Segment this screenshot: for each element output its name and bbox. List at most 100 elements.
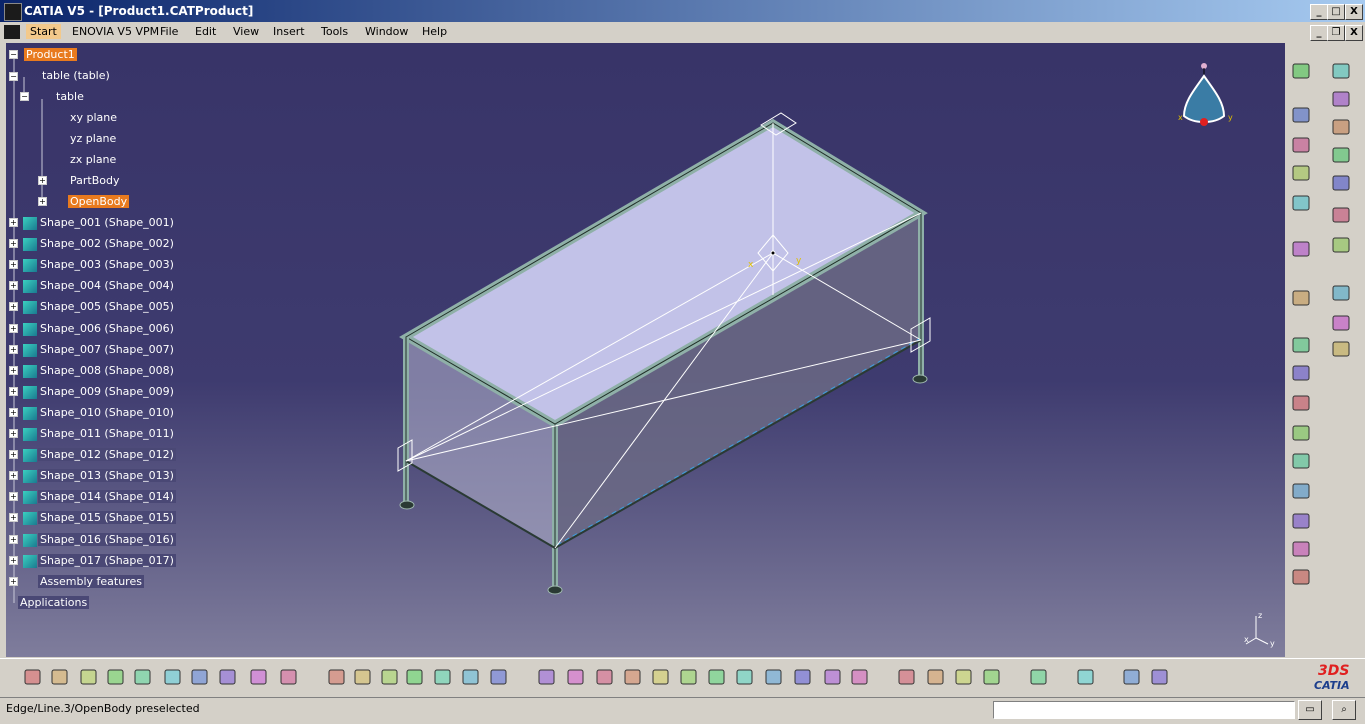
zoom-out-icon[interactable] [678, 667, 702, 689]
undo-icon[interactable] [217, 667, 241, 689]
tree-shape-item[interactable]: Shape_017 (Shape_017) [38, 553, 176, 567]
menu-view[interactable]: View [233, 25, 259, 38]
replace-icon[interactable] [1330, 89, 1354, 111]
catalog-icon[interactable] [460, 667, 484, 689]
shape-expand[interactable]: + [9, 513, 18, 523]
minimize-button[interactable]: _ [1310, 4, 1328, 20]
compass-widget[interactable]: x y [1176, 58, 1246, 143]
numbering-icon[interactable] [1290, 163, 1314, 185]
command-input[interactable] [993, 701, 1295, 719]
measure-item-icon[interactable] [1121, 667, 1145, 689]
doc-close-button[interactable]: X [1345, 25, 1363, 41]
measure-icon[interactable] [488, 667, 512, 689]
coincidence-icon[interactable] [1330, 205, 1354, 227]
selection-arrow-icon[interactable] [1290, 567, 1314, 589]
snap-icon[interactable] [896, 667, 920, 689]
formula-icon[interactable] [326, 667, 350, 689]
tree-part[interactable]: table (table) [40, 69, 112, 82]
tree-shape-item[interactable]: Shape_011 (Shape_011) [38, 427, 176, 440]
update-icon[interactable] [1290, 363, 1314, 385]
hide-show-icon[interactable] [822, 667, 846, 689]
graph-icon[interactable] [1290, 135, 1314, 157]
shape-expand[interactable]: + [9, 302, 18, 312]
manipulate-icon[interactable] [1330, 145, 1354, 167]
shape-expand[interactable]: + [9, 555, 18, 565]
catia-app-icon[interactable] [4, 3, 22, 21]
tree-shape-item[interactable]: Shape_002 (Shape_002) [38, 237, 176, 250]
tree-part-body[interactable]: table [54, 90, 86, 103]
reorder-icon[interactable] [1330, 117, 1354, 139]
maximize-button[interactable]: □ [1327, 4, 1345, 20]
tree-shape-item[interactable]: Shape_012 (Shape_012) [38, 448, 176, 462]
product-icon[interactable] [1290, 61, 1314, 83]
paste-icon[interactable] [189, 667, 213, 689]
table-icon[interactable] [404, 667, 428, 689]
inertia-icon[interactable] [1149, 667, 1173, 689]
shape-expand[interactable]: + [9, 344, 18, 354]
tree-shape-item[interactable]: Shape_014 (Shape_014) [38, 490, 176, 504]
existing-component-icon[interactable] [1290, 105, 1314, 127]
enhanced-scene-icon[interactable] [1290, 481, 1314, 503]
tree-shape-item[interactable]: Shape_013 (Shape_013) [38, 469, 176, 483]
clash-icon[interactable] [1290, 393, 1314, 415]
export-icon[interactable] [1290, 511, 1314, 533]
distance-icon[interactable] [1290, 423, 1314, 445]
knowledge-icon[interactable] [352, 667, 376, 689]
tree-shape-item[interactable]: Shape_015 (Shape_015) [38, 511, 176, 525]
constraint-icon[interactable] [1330, 173, 1354, 195]
menu-help[interactable]: Help [422, 25, 447, 38]
shading-icon[interactable] [792, 667, 816, 689]
explode-icon[interactable] [1330, 313, 1354, 335]
doc-restore-button[interactable]: ❐ [1327, 25, 1345, 41]
command-history-button[interactable]: ▭ [1298, 700, 1322, 720]
new-icon[interactable] [22, 667, 46, 689]
fit-all-icon[interactable] [565, 667, 589, 689]
root-expand[interactable]: − [9, 50, 18, 59]
component-icon[interactable] [1330, 61, 1354, 83]
save-icon[interactable] [78, 667, 102, 689]
menu-start[interactable]: Start [26, 24, 61, 39]
tree-icon[interactable] [432, 667, 456, 689]
tree-partbody[interactable]: PartBody [68, 174, 121, 187]
tree-yz-plane[interactable]: yz plane [68, 132, 118, 145]
contact-icon[interactable] [1290, 288, 1314, 310]
openbody-expand[interactable]: + [38, 197, 47, 206]
tree-shape-item[interactable]: Shape_007 (Shape_007) [38, 343, 176, 356]
shape-expand[interactable]: + [9, 492, 18, 502]
shape-expand[interactable]: + [9, 450, 18, 460]
shape-expand[interactable]: + [9, 218, 18, 227]
tree-xy-plane[interactable]: xy plane [68, 111, 119, 124]
command-search-button[interactable]: ⌕ [1332, 700, 1356, 720]
cut-icon[interactable] [132, 667, 156, 689]
whats-this-icon[interactable] [278, 667, 302, 689]
menu-tools[interactable]: Tools [321, 25, 348, 38]
menu-enovia[interactable]: ENOVIA V5 VPM [72, 25, 159, 38]
shape-expand[interactable]: + [9, 471, 18, 481]
tree-shape-item[interactable]: Shape_005 (Shape_005) [38, 300, 176, 313]
tree-shape-item[interactable]: Shape_004 (Shape_004) [38, 279, 176, 292]
shape-expand[interactable]: + [9, 281, 18, 291]
tree-zx-plane[interactable]: zx plane [68, 153, 118, 166]
assembly-expand[interactable]: + [9, 577, 18, 586]
partbody-expand[interactable]: + [38, 176, 47, 185]
shape-expand[interactable]: + [9, 239, 18, 249]
copy-icon[interactable] [162, 667, 186, 689]
zoom-in-icon[interactable] [650, 667, 674, 689]
menu-edit[interactable]: Edit [195, 25, 216, 38]
tree-root-product[interactable]: Product1 [24, 48, 77, 61]
angle-icon[interactable] [1290, 335, 1314, 357]
shape-expand[interactable]: + [9, 323, 18, 333]
tree-shape-item[interactable]: Shape_003 (Shape_003) [38, 258, 176, 271]
explode-icon[interactable] [925, 667, 949, 689]
refresh-icon[interactable] [1028, 667, 1052, 689]
measure-between-icon[interactable] [1075, 667, 1099, 689]
tree-shape-item[interactable]: Shape_009 (Shape_009) [38, 385, 176, 398]
shape-expand[interactable]: + [9, 534, 18, 544]
shape-expand[interactable]: + [9, 260, 18, 270]
document-icon[interactable] [4, 25, 20, 39]
tree-shape-item[interactable]: Shape_001 (Shape_001) [38, 216, 176, 229]
fly-icon[interactable] [536, 667, 560, 689]
3d-viewport[interactable]: x y x y z x y − Product1 − table (table)… [6, 43, 1285, 657]
part-expand[interactable]: − [9, 72, 18, 81]
print-icon[interactable] [105, 667, 129, 689]
